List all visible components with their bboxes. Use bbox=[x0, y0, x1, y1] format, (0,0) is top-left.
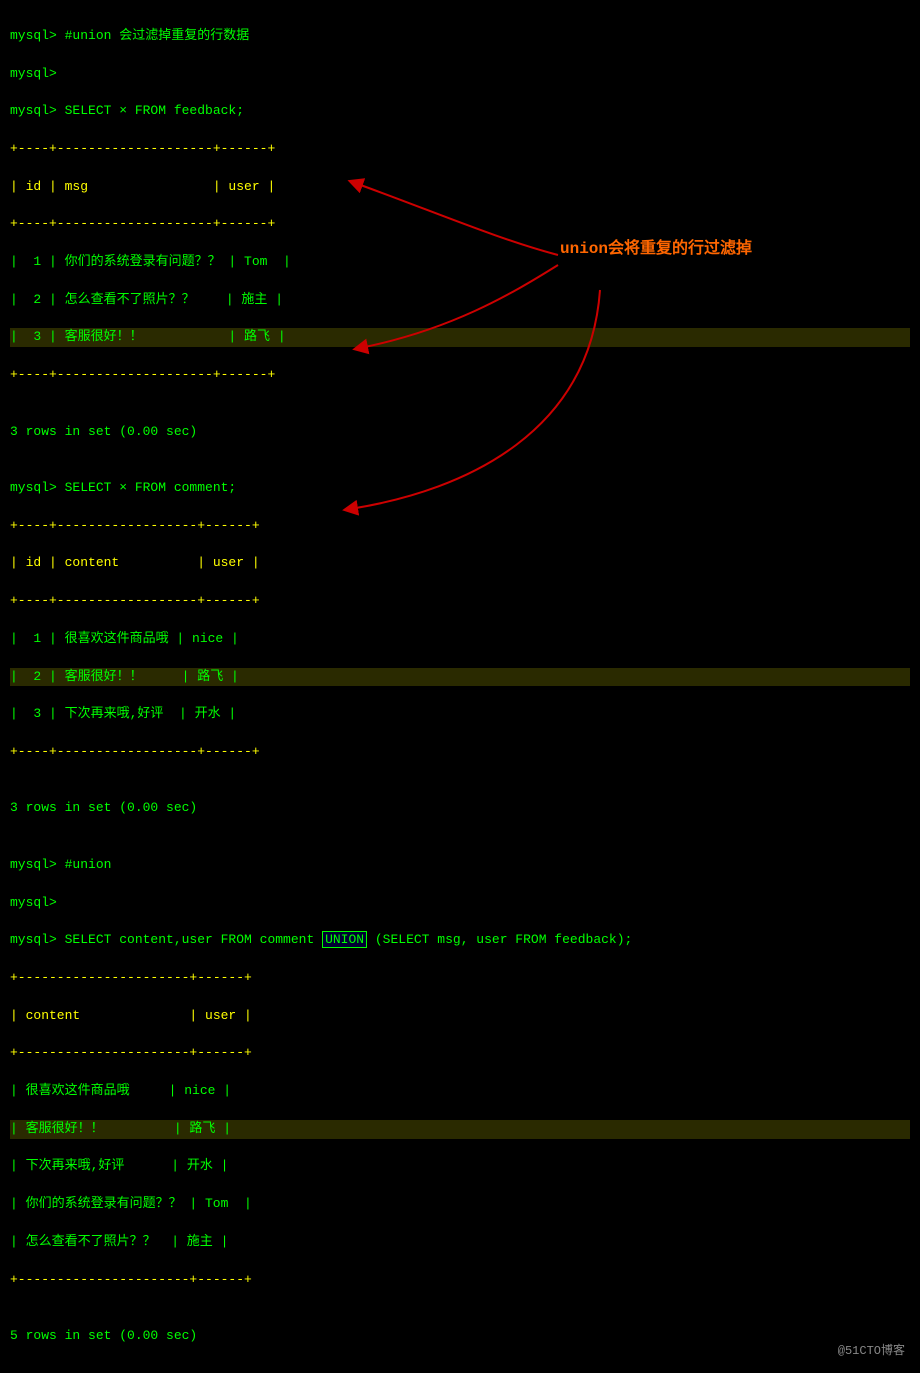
line-26: mysql> bbox=[10, 894, 910, 913]
line-25: mysql> #union bbox=[10, 856, 910, 875]
line-7: | 1 | 你们的系统登录有问题？？ | Tom | bbox=[10, 253, 910, 272]
line-2: mysql> bbox=[10, 65, 910, 84]
line-12: 3 rows in set (0.00 sec) bbox=[10, 423, 910, 442]
terminal: mysql> #union 会过滤掉重复的行数据 mysql> mysql> S… bbox=[10, 8, 910, 1365]
line-30: +----------------------+------+ bbox=[10, 1044, 910, 1063]
line-34: | 你们的系统登录有问题？？ | Tom | bbox=[10, 1195, 910, 1214]
line-5: | id | msg | user | bbox=[10, 178, 910, 197]
line-15: +----+------------------+------+ bbox=[10, 517, 910, 536]
line-38: 5 rows in set (0.00 sec) bbox=[10, 1327, 910, 1346]
line-17: +----+------------------+------+ bbox=[10, 592, 910, 611]
line-14: mysql> SELECT × FROM comment; bbox=[10, 479, 910, 498]
line-29: | content | user | bbox=[10, 1007, 910, 1026]
line-16: | id | content | user | bbox=[10, 554, 910, 573]
line-33: | 下次再来哦,好评 | 开水 | bbox=[10, 1157, 910, 1176]
line-10: +----+--------------------+------+ bbox=[10, 366, 910, 385]
line-32: | 客服很好！！ | 路飞 | bbox=[10, 1120, 910, 1139]
annotation-label: union会将重复的行过滤掉 bbox=[560, 238, 752, 261]
line-1: mysql> #union 会过滤掉重复的行数据 bbox=[10, 27, 910, 46]
line-28: +----------------------+------+ bbox=[10, 969, 910, 988]
line-20: | 3 | 下次再来哦,好评 | 开水 | bbox=[10, 705, 910, 724]
line-23: 3 rows in set (0.00 sec) bbox=[10, 799, 910, 818]
watermark: @51CTO博客 bbox=[838, 1343, 905, 1360]
line-36: +----------------------+------+ bbox=[10, 1271, 910, 1290]
line-31: | 很喜欢这件商品哦 | nice | bbox=[10, 1082, 910, 1101]
line-6: +----+--------------------+------+ bbox=[10, 215, 910, 234]
line-21: +----+------------------+------+ bbox=[10, 743, 910, 762]
line-19: | 2 | 客服很好！！ | 路飞 | bbox=[10, 668, 910, 687]
line-27: mysql> SELECT content,user FROM comment … bbox=[10, 931, 910, 950]
line-3: mysql> SELECT × FROM feedback; bbox=[10, 102, 910, 121]
line-4: +----+--------------------+------+ bbox=[10, 140, 910, 159]
line-8: | 2 | 怎么查看不了照片？？ | 施主 | bbox=[10, 291, 910, 310]
line-35: | 怎么查看不了照片？？ | 施主 | bbox=[10, 1233, 910, 1252]
line-9: | 3 | 客服很好！！ | 路飞 | bbox=[10, 328, 910, 347]
line-18: | 1 | 很喜欢这件商品哦 | nice | bbox=[10, 630, 910, 649]
